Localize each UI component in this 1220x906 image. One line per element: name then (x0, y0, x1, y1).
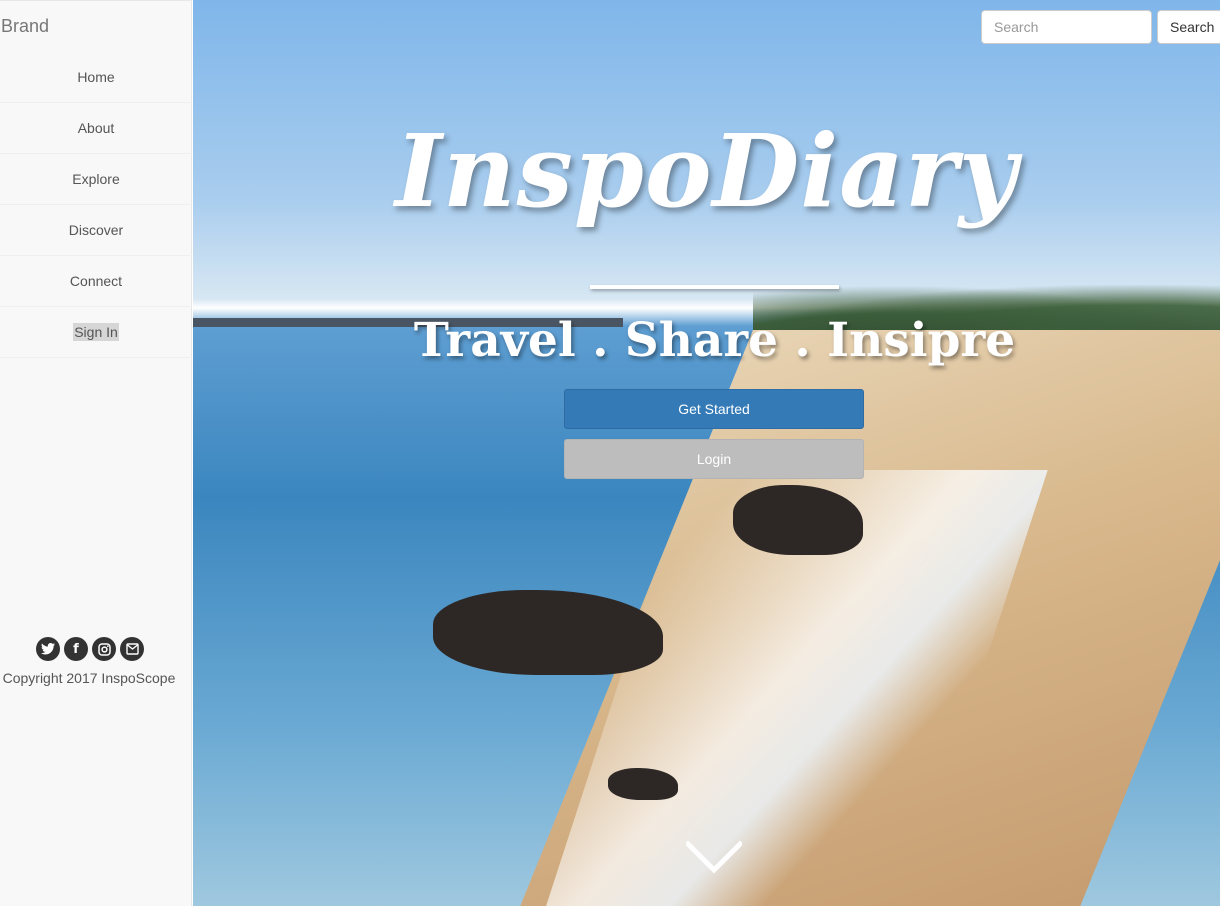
sidebar-item-home[interactable]: Home (0, 52, 192, 103)
sidebar-item-connect[interactable]: Connect (0, 256, 192, 307)
sidebar-item-discover[interactable]: Discover (0, 205, 192, 256)
mail-icon[interactable] (120, 637, 144, 661)
sidebar-item-explore[interactable]: Explore (0, 154, 192, 205)
twitter-icon[interactable] (36, 637, 60, 661)
hero-title: InspoDiary (395, 112, 1018, 230)
hero-tagline: Travel . Share . Insipre (413, 313, 1016, 368)
brand-link[interactable]: Brand (1, 16, 49, 37)
sidebar-nav: Home About Explore Discover Connect Sign… (0, 52, 192, 358)
sidebar: Brand Home About Explore Discover Connec… (0, 0, 192, 906)
rock-shape (433, 590, 663, 675)
social-links: f (36, 637, 144, 661)
rock-shape (608, 768, 678, 800)
sign-in-link[interactable]: Sign In (73, 323, 119, 341)
search-button[interactable]: Search (1157, 10, 1220, 44)
login-button[interactable]: Login (564, 439, 864, 479)
sidebar-item-signin[interactable]: Sign In (0, 307, 192, 358)
search-input[interactable] (981, 10, 1152, 44)
chevron-down-icon[interactable] (684, 840, 744, 876)
title-divider (590, 285, 839, 289)
facebook-icon[interactable]: f (64, 637, 88, 661)
instagram-icon[interactable] (92, 637, 116, 661)
get-started-button[interactable]: Get Started (564, 389, 864, 429)
sidebar-item-about[interactable]: About (0, 103, 192, 154)
copyright-text: Copyright 2017 InspoScope (2, 670, 176, 686)
